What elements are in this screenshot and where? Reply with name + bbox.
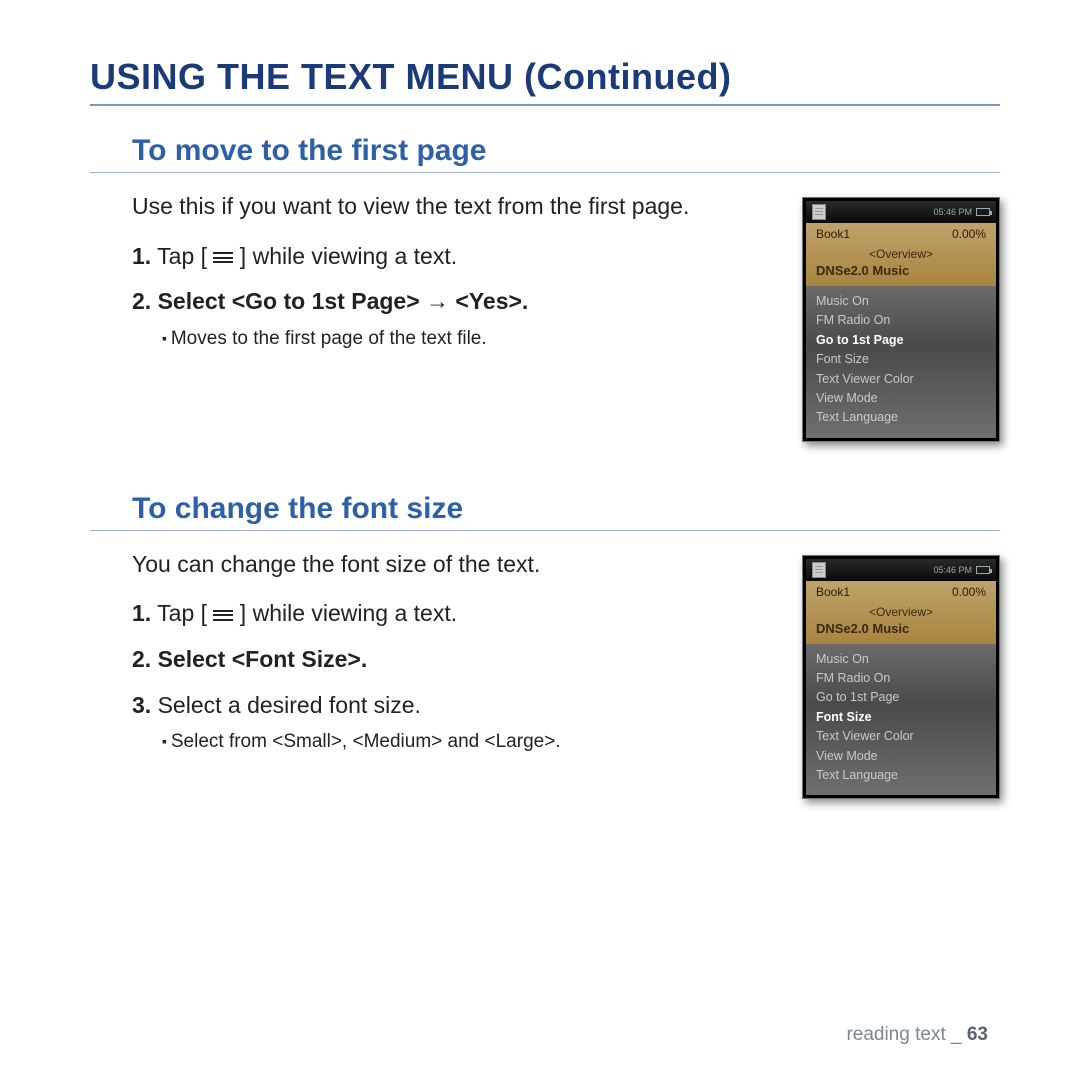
step-text-b: ] while viewing a text. [233, 600, 457, 626]
battery-icon [976, 566, 990, 574]
menu-item-music-on: Music On [816, 650, 986, 669]
step-num: 1. [132, 600, 151, 626]
section2-heading: To change the font size [90, 492, 1000, 531]
section1-step2: 2. Select <Go to 1st Page> → <Yes>. Move… [132, 284, 778, 353]
step-text-a: Tap [ [151, 600, 213, 626]
device-screenshot-2: 05:46 PM Book1 0.00% <Overview> DNSe2.0 … [802, 555, 1000, 800]
section-font-size: To change the font size You can change t… [90, 492, 1000, 800]
device-time: 05:46 PM [933, 565, 972, 575]
device-statusbar: 05:46 PM [806, 559, 996, 581]
device-dnse: DNSe2.0 Music [816, 263, 986, 278]
device-percent: 0.00% [952, 585, 986, 599]
section1-intro: Use this if you want to view the text fr… [132, 189, 778, 225]
section2-step2: 2. Select <Font Size>. [132, 642, 778, 678]
page-title: USING THE TEXT MENU (Continued) [90, 56, 1000, 106]
menu-item-font-size: Font Size [816, 708, 986, 727]
menu-item-fm-radio: FM Radio On [816, 311, 986, 330]
device-time: 05:46 PM [933, 207, 972, 217]
step-num: 2. [132, 288, 151, 314]
step-text-b: ] while viewing a text. [233, 243, 457, 269]
device-overview: <Overview> [816, 247, 986, 261]
menu-item-goto-1st-page: Go to 1st Page [816, 331, 986, 350]
menu-item-text-language: Text Language [816, 766, 986, 785]
device-menu: Music On FM Radio On Go to 1st Page Font… [806, 644, 996, 796]
section1-note: Moves to the first page of the text file… [162, 324, 778, 353]
footer-page-number: 63 [967, 1024, 988, 1045]
device-menu: Music On FM Radio On Go to 1st Page Font… [806, 286, 996, 438]
document-icon [812, 562, 826, 578]
device-dnse: DNSe2.0 Music [816, 621, 986, 636]
step-text: Select a desired font size. [151, 692, 421, 718]
device-screenshot-1: 05:46 PM Book1 0.00% <Overview> DNSe2.0 … [802, 197, 1000, 442]
step-num: 2. [132, 646, 151, 672]
section1-step1: 1. Tap [ ] while viewing a text. [132, 239, 778, 275]
device-statusbar: 05:46 PM [806, 201, 996, 223]
menu-item-font-size: Font Size [816, 350, 986, 369]
section1-heading: To move to the first page [90, 134, 1000, 173]
menu-item-fm-radio: FM Radio On [816, 669, 986, 688]
section-first-page: To move to the first page Use this if yo… [90, 134, 1000, 442]
step-text: Select <Go to 1st Page> → <Yes>. [151, 288, 528, 314]
step-text-a: Tap [ [151, 243, 213, 269]
device-book-title: Book1 [816, 227, 850, 241]
menu-item-view-mode: View Mode [816, 747, 986, 766]
document-icon [812, 204, 826, 220]
section2-intro: You can change the font size of the text… [132, 547, 778, 583]
device-overview: <Overview> [816, 605, 986, 619]
step-text: Select <Font Size>. [151, 646, 367, 672]
section2-step3: 3. Select a desired font size. Select fr… [132, 688, 778, 757]
menu-item-text-language: Text Language [816, 408, 986, 427]
step-num: 3. [132, 692, 151, 718]
menu-item-view-mode: View Mode [816, 389, 986, 408]
page-footer: reading text _ 63 [846, 1024, 988, 1046]
menu-item-text-viewer-color: Text Viewer Color [816, 370, 986, 389]
section2-step1: 1. Tap [ ] while viewing a text. [132, 596, 778, 632]
section2-note: Select from <Small>, <Medium> and <Large… [162, 727, 778, 756]
battery-icon [976, 208, 990, 216]
footer-label: reading text _ [846, 1024, 966, 1045]
menu-icon [213, 607, 233, 623]
device-percent: 0.00% [952, 227, 986, 241]
menu-item-music-on: Music On [816, 292, 986, 311]
menu-item-goto-1st-page: Go to 1st Page [816, 688, 986, 707]
menu-icon [213, 250, 233, 266]
step-num: 1. [132, 243, 151, 269]
device-book-title: Book1 [816, 585, 850, 599]
menu-item-text-viewer-color: Text Viewer Color [816, 727, 986, 746]
